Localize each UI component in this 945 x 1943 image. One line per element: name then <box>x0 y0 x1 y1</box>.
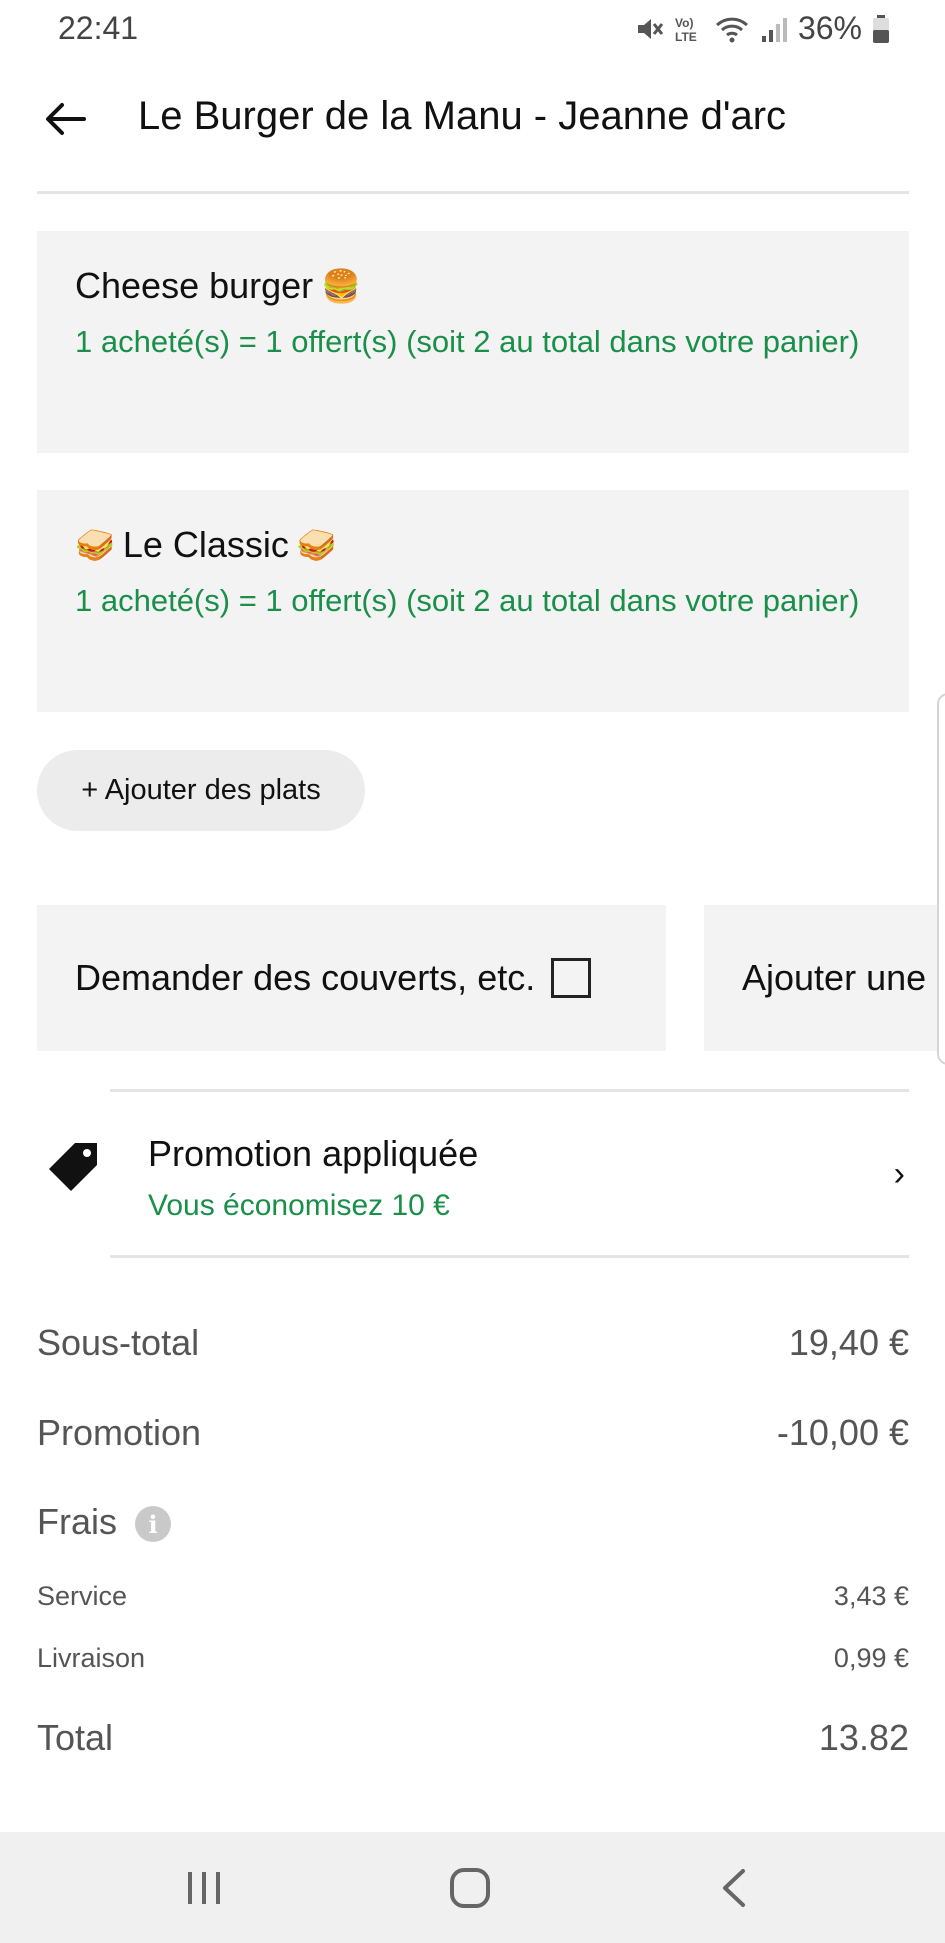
add-note-option[interactable]: Ajouter une <box>704 905 945 1051</box>
home-icon[interactable] <box>440 1862 500 1914</box>
svg-text:Vo): Vo) <box>675 16 693 30</box>
item-name: Cheese burger <box>75 265 314 306</box>
promotion-label: Promotion <box>37 1412 202 1453</box>
recent-apps-icon[interactable] <box>174 1862 234 1914</box>
delivery-row: Livraison 0,99 € <box>37 1643 909 1674</box>
service-label: Service <box>37 1581 128 1611</box>
fees-label-wrap: Frais i <box>37 1501 171 1543</box>
total-row: Total 13.82 <box>37 1717 909 1759</box>
cutlery-label: Demander des couverts, etc. <box>75 957 536 998</box>
header: Le Burger de la Manu - Jeanne d'arc <box>0 80 945 160</box>
volte-icon: Vo) LTE <box>674 14 704 44</box>
divider <box>110 1089 909 1092</box>
promotion-row[interactable]: Promotion appliquée Vous économisez 10 €… <box>0 1093 945 1255</box>
sandwich-emoji-icon: 🥪 <box>75 527 115 563</box>
service-row: Service 3,43 € <box>37 1581 909 1612</box>
chevron-right-icon: › <box>893 1155 905 1193</box>
mute-icon <box>634 14 664 44</box>
delivery-label: Livraison <box>37 1643 146 1673</box>
promotion-value: -10,00 € <box>776 1412 909 1453</box>
sandwich-emoji-icon: 🥪 <box>296 527 337 563</box>
promotion-row-summary: Promotion -10,00 € <box>37 1412 909 1454</box>
arrow-left-icon <box>44 101 86 142</box>
delivery-value: 0,99 € <box>833 1643 909 1673</box>
item-promo: 1 acheté(s) = 1 offert(s) (soit 2 au tot… <box>75 324 860 359</box>
cart-item[interactable]: Cheese burger 🍔 1 acheté(s) = 1 offert(s… <box>37 231 909 453</box>
header-divider <box>37 191 909 194</box>
wifi-icon <box>714 14 750 44</box>
fees-row: Frais i <box>37 1501 909 1543</box>
subtotal-value: 19,40 € <box>788 1322 909 1363</box>
service-value: 3,43 € <box>833 1581 909 1611</box>
options-carousel[interactable]: Demander des couverts, etc. Ajouter une <box>37 905 945 1051</box>
battery-percent: 36% <box>797 10 862 46</box>
status-time: 22:41 <box>58 10 139 46</box>
total-value: 13.82 <box>818 1717 909 1758</box>
promotion-savings: Vous économisez 10 € <box>148 1189 450 1222</box>
add-note-label: Ajouter une <box>742 957 927 998</box>
subtotal-row: Sous-total 19,40 € <box>37 1322 909 1364</box>
svg-text:LTE: LTE <box>675 30 697 44</box>
signal-icon <box>760 14 788 44</box>
promotion-title: Promotion appliquée <box>148 1133 479 1174</box>
item-promo: 1 acheté(s) = 1 offert(s) (soit 2 au tot… <box>75 583 860 618</box>
battery-icon <box>872 14 890 44</box>
back-button[interactable] <box>38 94 92 148</box>
back-icon[interactable] <box>704 1862 764 1914</box>
system-nav-bar <box>0 1832 945 1943</box>
total-label: Total <box>37 1717 114 1758</box>
status-bar: 22:41 Vo) LTE 36% <box>0 0 945 60</box>
cutlery-checkbox[interactable] <box>551 958 592 998</box>
add-dishes-button[interactable]: + Ajouter des plats <box>37 750 365 831</box>
cutlery-option[interactable]: Demander des couverts, etc. <box>37 905 666 1051</box>
fees-label: Frais <box>37 1501 117 1542</box>
status-icons: Vo) LTE 36% <box>634 10 890 47</box>
info-icon[interactable]: i <box>135 1506 171 1543</box>
divider <box>110 1255 909 1258</box>
item-name: Le Classic <box>122 524 289 565</box>
item-name-row: 🥪 Le Classic 🥪 <box>75 524 871 566</box>
tag-icon <box>45 1139 101 1200</box>
scrollbar[interactable] <box>937 693 945 1065</box>
page-title: Le Burger de la Manu - Jeanne d'arc <box>138 94 787 138</box>
cart-item[interactable]: 🥪 Le Classic 🥪 1 acheté(s) = 1 offert(s)… <box>37 490 909 712</box>
subtotal-label: Sous-total <box>37 1322 200 1363</box>
item-name-row: Cheese burger 🍔 <box>75 265 871 307</box>
burger-emoji-icon: 🍔 <box>321 268 361 304</box>
